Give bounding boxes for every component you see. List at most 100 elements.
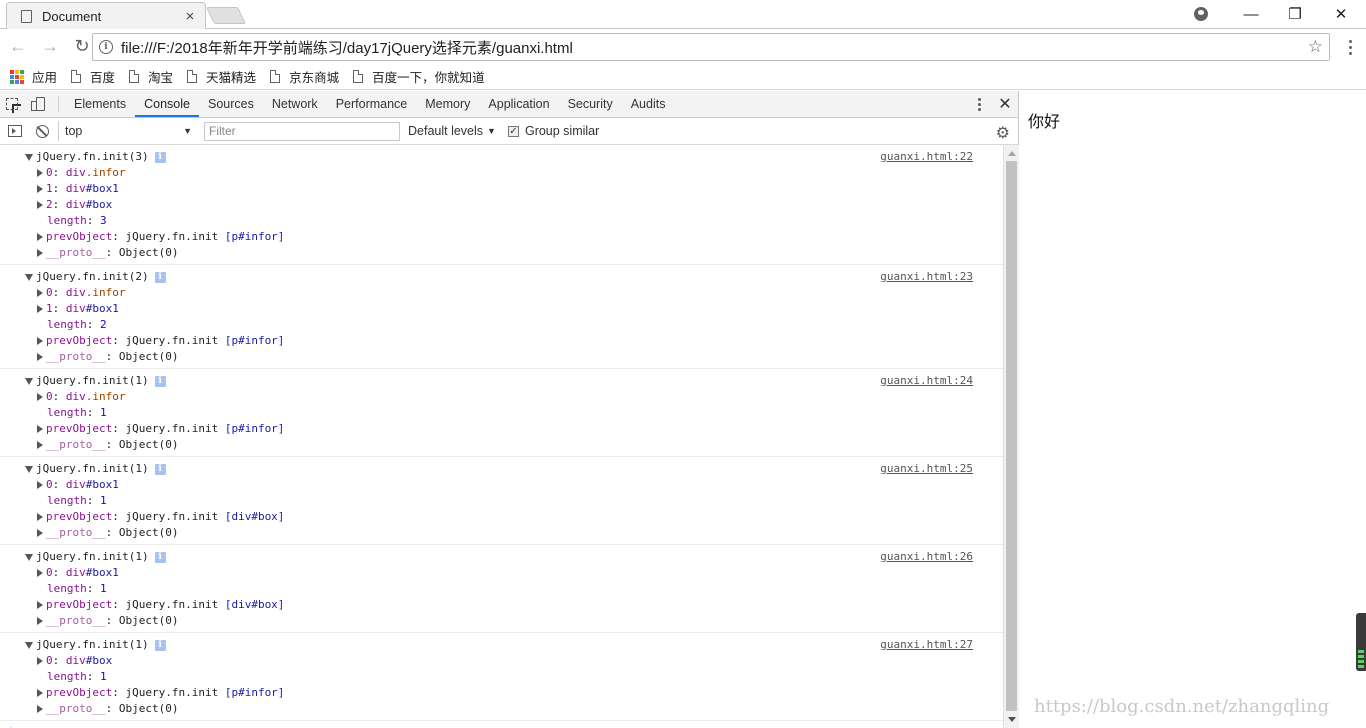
- collapse-triangle-icon[interactable]: [37, 185, 43, 193]
- source-link[interactable]: guanxi.html:22: [880, 149, 973, 165]
- restore-button[interactable]: ❐: [1272, 0, 1318, 28]
- collapse-triangle-icon[interactable]: [37, 425, 43, 433]
- log-property[interactable]: __proto__: Object(0): [0, 525, 1003, 541]
- console-scrollbar[interactable]: [1003, 145, 1019, 728]
- log-property[interactable]: 0: div#box: [0, 653, 1003, 669]
- collapse-triangle-icon[interactable]: [37, 513, 43, 521]
- collapse-triangle-icon[interactable]: [37, 249, 43, 257]
- devtools-close-button[interactable]: ✕: [992, 94, 1018, 114]
- collapse-triangle-icon[interactable]: [37, 617, 43, 625]
- tab-performance[interactable]: Performance: [327, 91, 417, 117]
- collapse-triangle-icon[interactable]: [37, 393, 43, 401]
- log-property[interactable]: prevObject: jQuery.fn.init [p#infor]: [0, 229, 1003, 245]
- log-property[interactable]: 1: div#box1: [0, 181, 1003, 197]
- bookmark-item[interactable]: 应用: [10, 67, 57, 86]
- log-property[interactable]: __proto__: Object(0): [0, 349, 1003, 365]
- log-property[interactable]: __proto__: Object(0): [0, 245, 1003, 261]
- browser-menu-button[interactable]: [1340, 33, 1360, 61]
- bookmark-item[interactable]: 天猫精选: [187, 67, 256, 86]
- console-prompt[interactable]: ›: [0, 721, 1003, 728]
- scroll-down-arrow[interactable]: [1008, 717, 1016, 722]
- console-settings-gear-icon[interactable]: ⚙: [996, 123, 1010, 143]
- filter-input[interactable]: [204, 121, 400, 141]
- browser-tab[interactable]: Document ×: [6, 2, 206, 29]
- expand-triangle-icon[interactable]: [25, 553, 33, 561]
- collapse-triangle-icon[interactable]: [37, 601, 43, 609]
- bookmark-item[interactable]: 百度: [71, 67, 115, 86]
- console-sidebar-icon[interactable]: [8, 125, 22, 137]
- log-property[interactable]: prevObject: jQuery.fn.init [div#box]: [0, 509, 1003, 525]
- tab-audits[interactable]: Audits: [622, 91, 675, 117]
- log-property[interactable]: prevObject: jQuery.fn.init [p#infor]: [0, 421, 1003, 437]
- source-link[interactable]: guanxi.html:24: [880, 373, 973, 389]
- inspect-element-button[interactable]: [0, 91, 24, 117]
- collapse-triangle-icon[interactable]: [37, 169, 43, 177]
- collapse-triangle-icon[interactable]: [37, 705, 43, 713]
- log-header[interactable]: jQuery.fn.init(2) i guanxi.html:23: [0, 269, 1003, 285]
- tab-console[interactable]: Console: [135, 91, 199, 117]
- log-property[interactable]: 1: div#box1: [0, 301, 1003, 317]
- device-toolbar-button[interactable]: [28, 91, 52, 117]
- collapse-triangle-icon[interactable]: [37, 657, 43, 665]
- log-property[interactable]: 0: div.infor: [0, 285, 1003, 301]
- source-link[interactable]: guanxi.html:23: [880, 269, 973, 285]
- source-link[interactable]: guanxi.html:25: [880, 461, 973, 477]
- log-property[interactable]: 0: div#box1: [0, 565, 1003, 581]
- back-button[interactable]: ←: [4, 33, 32, 61]
- collapse-triangle-icon[interactable]: [37, 353, 43, 361]
- collapse-triangle-icon[interactable]: [37, 569, 43, 577]
- collapse-triangle-icon[interactable]: [37, 441, 43, 449]
- profile-button[interactable]: [1178, 0, 1224, 28]
- tab-sources[interactable]: Sources: [199, 91, 263, 117]
- log-property[interactable]: 0: div.infor: [0, 389, 1003, 405]
- devtools-menu-button[interactable]: [966, 97, 992, 111]
- collapse-triangle-icon[interactable]: [37, 481, 43, 489]
- collapse-triangle-icon[interactable]: [37, 289, 43, 297]
- clear-console-icon[interactable]: [36, 124, 49, 138]
- scroll-thumb[interactable]: [1006, 161, 1017, 711]
- collapse-triangle-icon[interactable]: [37, 529, 43, 537]
- collapse-triangle-icon[interactable]: [37, 337, 43, 345]
- tab-network[interactable]: Network: [263, 91, 327, 117]
- log-property[interactable]: prevObject: jQuery.fn.init [p#infor]: [0, 685, 1003, 701]
- tab-elements[interactable]: Elements: [65, 91, 135, 117]
- log-header[interactable]: jQuery.fn.init(1) i guanxi.html:24: [0, 373, 1003, 389]
- scroll-up-arrow[interactable]: [1008, 151, 1016, 156]
- bookmark-item[interactable]: 百度一下，你就知道: [353, 67, 485, 86]
- tab-close-icon[interactable]: ×: [183, 8, 197, 25]
- log-property[interactable]: 2: div#box: [0, 197, 1003, 213]
- bookmark-item[interactable]: 京东商城: [270, 67, 339, 86]
- expand-triangle-icon[interactable]: [25, 377, 33, 385]
- tab-memory[interactable]: Memory: [416, 91, 479, 117]
- collapse-triangle-icon[interactable]: [37, 689, 43, 697]
- log-header[interactable]: jQuery.fn.init(3) i guanxi.html:22: [0, 149, 1003, 165]
- expand-triangle-icon[interactable]: [25, 273, 33, 281]
- tab-security[interactable]: Security: [559, 91, 622, 117]
- bookmark-item[interactable]: 淘宝: [129, 67, 173, 86]
- minimize-button[interactable]: —: [1228, 0, 1274, 28]
- tab-application[interactable]: Application: [479, 91, 558, 117]
- new-tab-button[interactable]: [206, 7, 246, 24]
- expand-triangle-icon[interactable]: [25, 641, 33, 649]
- forward-button[interactable]: →: [36, 33, 64, 61]
- collapse-triangle-icon[interactable]: [37, 201, 43, 209]
- log-property[interactable]: prevObject: jQuery.fn.init [p#infor]: [0, 333, 1003, 349]
- collapse-triangle-icon[interactable]: [37, 305, 43, 313]
- source-link[interactable]: guanxi.html:26: [880, 549, 973, 565]
- group-similar-checkbox[interactable]: ✓: [507, 125, 519, 137]
- log-property[interactable]: __proto__: Object(0): [0, 613, 1003, 629]
- side-widget[interactable]: [1356, 613, 1366, 671]
- log-property[interactable]: 0: div.infor: [0, 165, 1003, 181]
- log-property[interactable]: __proto__: Object(0): [0, 437, 1003, 453]
- expand-triangle-icon[interactable]: [25, 153, 33, 161]
- source-link[interactable]: guanxi.html:27: [880, 637, 973, 653]
- address-bar[interactable]: i file:///F:/2018年新年开学前端练习/day17jQuery选择…: [92, 33, 1330, 61]
- log-property[interactable]: 0: div#box1: [0, 477, 1003, 493]
- log-property[interactable]: __proto__: Object(0): [0, 701, 1003, 717]
- log-header[interactable]: jQuery.fn.init(1) i guanxi.html:27: [0, 637, 1003, 653]
- bookmark-star-icon[interactable]: ☆: [1308, 37, 1323, 57]
- log-header[interactable]: jQuery.fn.init(1) i guanxi.html:25: [0, 461, 1003, 477]
- log-levels-dropdown[interactable]: Default levels ▼: [408, 124, 496, 138]
- context-selector[interactable]: top ▼: [58, 121, 198, 141]
- site-info-icon[interactable]: i: [99, 40, 113, 54]
